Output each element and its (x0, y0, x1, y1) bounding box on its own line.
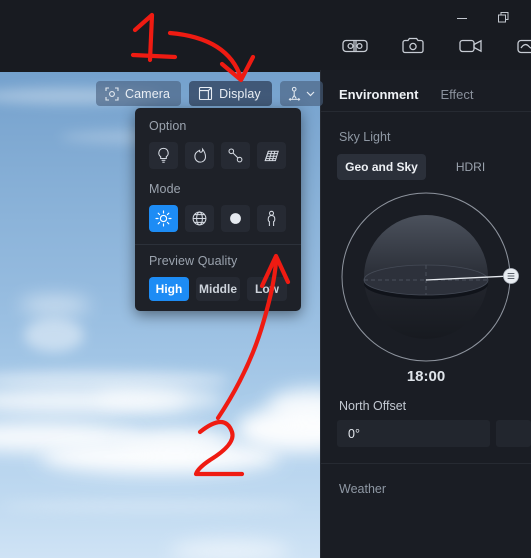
north-offset-row: 0° (321, 420, 531, 447)
fire-icon (193, 147, 206, 163)
cloud-wisp (0, 500, 300, 512)
cloud (170, 540, 290, 558)
screenshot-button[interactable] (398, 32, 428, 60)
minimize-icon (457, 18, 467, 19)
mode-section-label: Mode (149, 182, 181, 196)
wireframe-globe-icon (192, 211, 207, 226)
person-icon (267, 210, 276, 226)
app-window: Camera Display Option Mode Preview Quali… (0, 0, 531, 558)
record-video-button[interactable] (456, 32, 486, 60)
window-controls (441, 4, 525, 32)
preview-quality-section: Preview Quality High Middle Low (135, 245, 301, 305)
navigation-mode-button[interactable] (279, 81, 323, 106)
cloud (95, 388, 225, 410)
camera-button-label: Camera (125, 86, 171, 101)
panel-tabs: Environment Effect (321, 70, 531, 112)
sky-dome-widget[interactable] (321, 186, 531, 366)
measure-toggle[interactable] (221, 142, 250, 169)
quality-high-option[interactable]: High (149, 277, 189, 301)
video-camera-icon (459, 39, 482, 53)
restore-button[interactable] (483, 4, 525, 32)
fire-toggle[interactable] (185, 142, 214, 169)
option-icon-row (149, 142, 287, 169)
person-mode-icon[interactable] (257, 205, 286, 232)
solid-mode-icon[interactable] (221, 205, 250, 232)
north-offset-input[interactable]: 0° (337, 420, 490, 447)
light-bulb-icon (158, 147, 169, 163)
mode-icon-row (149, 205, 287, 232)
quality-low-option[interactable]: Low (247, 277, 287, 301)
camera-icon (402, 37, 424, 54)
cloud-wisp (24, 318, 84, 352)
display-button-label: Display (219, 86, 261, 101)
north-offset-secondary-input[interactable] (495, 420, 531, 447)
wireframe-mode-icon[interactable] (185, 205, 214, 232)
preview-quality-label: Preview Quality (149, 254, 238, 268)
cloud (20, 296, 90, 314)
environment-panel: Environment Effect Sky Light Geo and Sky… (320, 70, 531, 558)
hdri-option[interactable]: HDRI (426, 154, 515, 180)
sky-dome-graphic (341, 192, 519, 362)
title-bar (0, 0, 531, 72)
preview-quality-options: High Middle Low (149, 277, 287, 301)
tab-effect[interactable]: Effect (440, 87, 473, 111)
display-dropdown-panel: Option Mode Preview Quality High Middle … (135, 108, 301, 311)
sky-source-toggle: Geo and Sky HDRI (337, 154, 515, 180)
quality-middle-option[interactable]: Middle (196, 277, 240, 301)
solid-circle-icon (230, 213, 241, 224)
minimize-button[interactable] (441, 4, 483, 32)
viewer-tool-icons (340, 32, 531, 60)
panorama-icon (517, 39, 531, 53)
sky-time-value: 18:00 (406, 368, 446, 385)
panorama-button[interactable] (514, 32, 531, 60)
person-navigate-icon (288, 86, 301, 101)
sun-shaded-icon (155, 210, 172, 227)
cube-icon (199, 86, 213, 101)
measure-icon (228, 148, 243, 163)
display-button[interactable]: Display (189, 81, 272, 106)
chevron-down-icon (306, 91, 315, 97)
sky-light-label: Sky Light (339, 130, 391, 144)
option-section-label: Option (149, 119, 187, 133)
restore-icon (498, 12, 509, 23)
grid-toggle[interactable] (257, 142, 286, 169)
vr-goggles-icon (342, 39, 368, 53)
light-bulb-toggle[interactable] (149, 142, 178, 169)
geo-and-sky-option[interactable]: Geo and Sky (337, 154, 426, 180)
option-section: Option (135, 110, 301, 173)
mode-section: Mode (135, 173, 301, 236)
cloud-wisp (0, 370, 230, 388)
weather-label: Weather (339, 482, 387, 496)
vr-goggles-button[interactable] (340, 32, 370, 60)
shaded-mode-icon[interactable] (149, 205, 178, 232)
camera-frame-icon (105, 86, 119, 101)
cloud (120, 428, 230, 454)
grid-icon (264, 150, 279, 161)
tab-environment[interactable]: Environment (339, 87, 418, 111)
camera-button[interactable]: Camera (96, 81, 182, 106)
viewport-toolbar: Camera Display (96, 81, 323, 106)
north-offset-label: North Offset (339, 399, 407, 413)
